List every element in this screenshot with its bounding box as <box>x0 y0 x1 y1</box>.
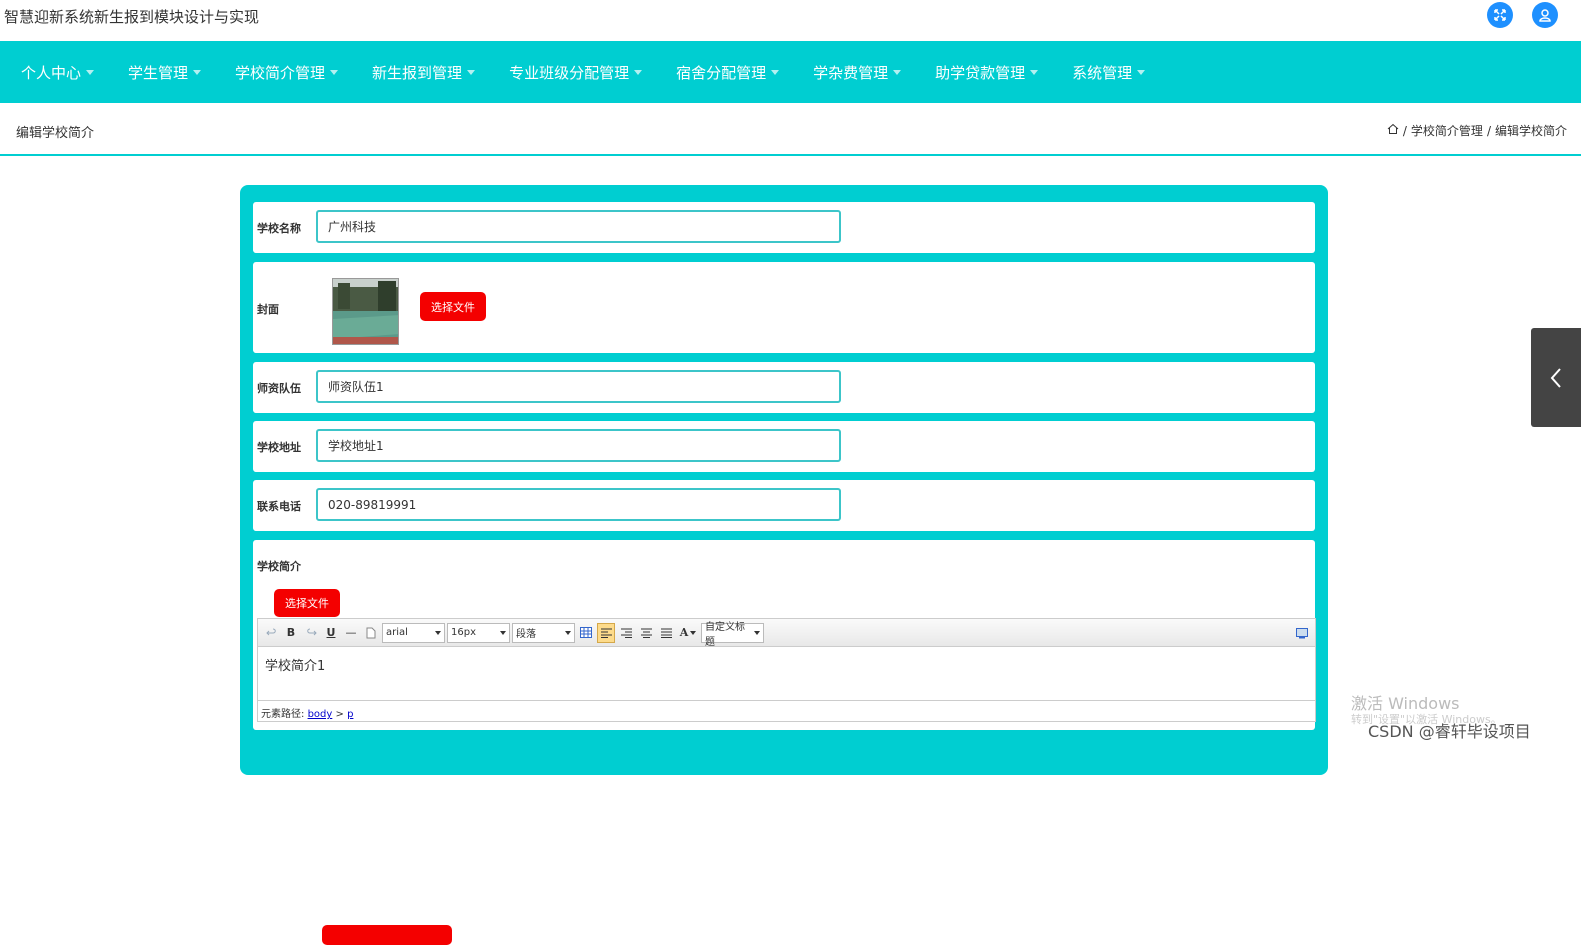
user-icon[interactable] <box>1532 2 1558 28</box>
breadcrumb-current: 编辑学校简介 <box>1494 124 1567 138</box>
chevron-down-icon <box>1030 69 1039 75</box>
intro-row: 学校简介 选择文件 B U — arial 16px 段落 A 自定义标题 学校… <box>253 540 1316 730</box>
nav-item-system-management[interactable]: 系统管理 <box>1055 41 1162 103</box>
page-title: 编辑学校简介 <box>16 126 95 141</box>
chevron-down-icon <box>634 69 643 75</box>
nav-item-school-intro-management[interactable]: 学校简介管理 <box>218 41 355 103</box>
document-icon[interactable] <box>362 623 380 643</box>
cover-label: 封面 <box>257 303 279 316</box>
breadcrumb: / 学校简介管理 / 编辑学校简介 <box>1387 122 1567 139</box>
chevron-down-icon <box>565 630 571 635</box>
side-panel-toggle[interactable] <box>1531 328 1581 427</box>
app-title: 智慧迎新系统新生报到模块设计与实现 <box>4 8 260 26</box>
nav-item-loan-management[interactable]: 助学贷款管理 <box>918 41 1055 103</box>
main-nav: 个人中心 学生管理 学校简介管理 新生报到管理 专业班级分配管理 宿舍分配管理 … <box>0 41 1581 103</box>
element-path: 元素路径: body > p <box>258 700 1315 721</box>
intro-label: 学校简介 <box>257 560 301 573</box>
table-icon[interactable] <box>577 623 595 643</box>
underline-button[interactable]: U <box>322 623 340 643</box>
breadcrumb-bar: 编辑学校简介 / 学校简介管理 / 编辑学校简介 <box>0 103 1581 156</box>
rich-text-editor: B U — arial 16px 段落 A 自定义标题 学校简介1 元素路径: <box>257 618 1316 722</box>
font-size-select[interactable]: 16px <box>447 622 510 643</box>
school-name-label: 学校名称 <box>257 222 301 235</box>
cancel-button[interactable] <box>582 925 712 945</box>
home-icon[interactable] <box>1387 123 1399 138</box>
chevron-down-icon <box>754 630 760 635</box>
undo-icon[interactable] <box>262 623 280 643</box>
faculty-input[interactable] <box>316 370 841 403</box>
editor-content[interactable]: 学校简介1 <box>258 647 1315 700</box>
nav-item-fees-management[interactable]: 学杂费管理 <box>796 41 918 103</box>
preview-icon[interactable] <box>1293 623 1311 643</box>
faculty-label: 师资队伍 <box>257 382 301 395</box>
chevron-down-icon <box>330 69 339 75</box>
chevron-down-icon <box>690 630 697 635</box>
align-center-icon[interactable] <box>637 623 655 643</box>
chevron-down-icon <box>86 69 95 75</box>
font-color-button[interactable]: A <box>677 623 699 643</box>
nav-item-student-management[interactable]: 学生管理 <box>111 41 218 103</box>
nav-item-registration-management[interactable]: 新生报到管理 <box>355 41 492 103</box>
intro-choose-file-button[interactable]: 选择文件 <box>274 589 340 617</box>
phone-label: 联系电话 <box>257 500 301 513</box>
chevron-down-icon <box>893 69 902 75</box>
chevron-down-icon <box>771 69 780 75</box>
chevron-down-icon <box>500 630 506 635</box>
school-name-row: 学校名称 <box>253 202 1315 253</box>
breadcrumb-separator: / <box>1402 123 1407 138</box>
fullscreen-icon[interactable] <box>1487 2 1513 28</box>
phone-input[interactable] <box>316 488 841 521</box>
font-family-select[interactable]: arial <box>382 622 445 643</box>
editor-toolbar: B U — arial 16px 段落 A 自定义标题 <box>258 619 1315 648</box>
address-row: 学校地址 <box>253 421 1315 472</box>
chevron-down-icon <box>467 69 476 75</box>
cover-row: 封面 选择文件 <box>253 262 1315 353</box>
align-left-icon[interactable] <box>597 622 615 643</box>
nav-item-dorm-assignment[interactable]: 宿舍分配管理 <box>659 41 796 103</box>
align-justify-icon[interactable] <box>657 623 675 643</box>
top-bar: 智慧迎新系统新生报到模块设计与实现 <box>0 0 1581 41</box>
edit-form: 学校名称 封面 选择文件 师资队伍 学校地址 联系电话 学校简介 <box>240 185 1328 945</box>
address-input[interactable] <box>316 429 841 462</box>
chevron-left-icon <box>1550 367 1561 388</box>
chevron-down-icon <box>193 69 202 75</box>
bold-button[interactable]: B <box>282 623 300 643</box>
address-label: 学校地址 <box>257 441 301 454</box>
cover-choose-file-button[interactable]: 选择文件 <box>420 292 486 321</box>
breadcrumb-section[interactable]: 学校简介管理 <box>1411 122 1483 139</box>
phone-row: 联系电话 <box>253 480 1315 531</box>
nav-item-personal-center[interactable]: 个人中心 <box>4 41 111 103</box>
chevron-down-icon <box>435 630 441 635</box>
horizontal-rule-button[interactable]: — <box>342 623 360 643</box>
submit-button[interactable] <box>322 925 452 945</box>
nav-item-class-assignment[interactable]: 专业班级分配管理 <box>492 41 659 103</box>
breadcrumb-separator: / <box>1486 123 1491 138</box>
align-right-icon[interactable] <box>617 623 635 643</box>
cover-image <box>332 278 399 345</box>
faculty-row: 师资队伍 <box>253 362 1315 413</box>
paragraph-select[interactable]: 段落 <box>512 622 575 643</box>
redo-icon[interactable] <box>302 623 320 643</box>
csdn-watermark: CSDN @睿轩毕设项目 <box>1368 722 1531 741</box>
school-name-input[interactable] <box>316 210 841 243</box>
custom-title-select[interactable]: 自定义标题 <box>701 622 764 648</box>
path-p-link[interactable]: p <box>347 709 353 720</box>
chevron-down-icon <box>1137 69 1146 75</box>
path-body-link[interactable]: body <box>308 709 333 720</box>
